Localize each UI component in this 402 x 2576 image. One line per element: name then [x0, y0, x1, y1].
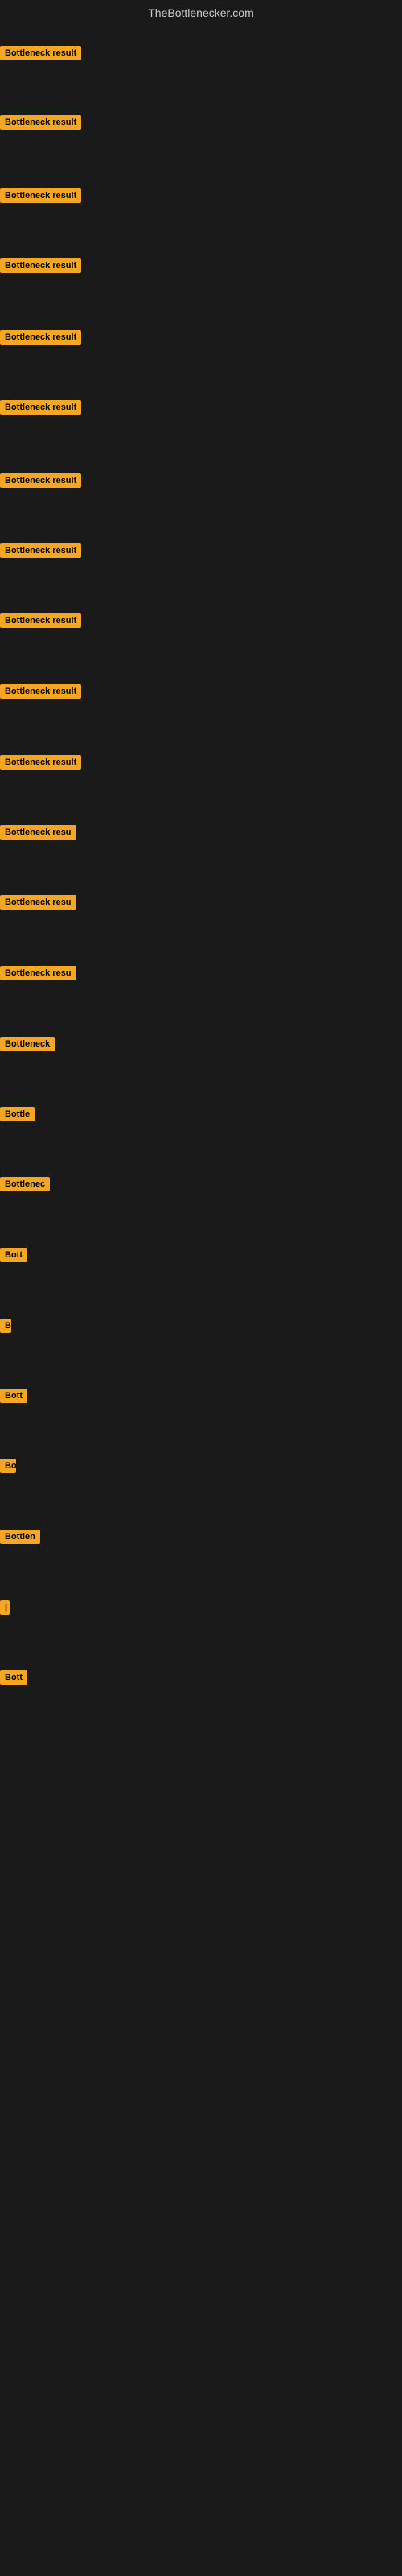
bottleneck-result-badge: Bottleneck result: [0, 188, 81, 203]
bottleneck-result-badge: Bottleneck result: [0, 115, 81, 130]
bottleneck-result-badge: Bottlenec: [0, 1177, 50, 1191]
bottleneck-result-badge: Bottleneck result: [0, 473, 81, 488]
bottleneck-result-badge: Bottleneck result: [0, 613, 81, 628]
bottleneck-result-badge: Bottleneck result: [0, 46, 81, 60]
bottleneck-badge-container: Bottleneck result: [0, 330, 81, 349]
site-title: TheBottlenecker.com: [0, 0, 402, 26]
bottleneck-badge-container: Bottleneck resu: [0, 966, 76, 985]
bottleneck-result-badge: Bottleneck result: [0, 755, 81, 770]
bottleneck-result-badge: Bottleneck resu: [0, 825, 76, 840]
bottleneck-result-badge: Bottleneck result: [0, 400, 81, 415]
bottleneck-result-badge: Bottlen: [0, 1530, 40, 1544]
bottleneck-result-badge: |: [0, 1600, 10, 1615]
bottleneck-badge-container: Bottleneck: [0, 1037, 55, 1055]
bottleneck-badge-container: Bottleneck result: [0, 400, 81, 419]
bottleneck-badge-container: Bottleneck result: [0, 613, 81, 632]
bottleneck-badge-container: Bottle: [0, 1107, 35, 1125]
bottleneck-result-badge: Bottleneck result: [0, 258, 81, 273]
bottleneck-badge-container: Bo: [0, 1459, 16, 1477]
bottleneck-badge-container: |: [0, 1600, 10, 1619]
bottleneck-result-badge: Bottle: [0, 1107, 35, 1121]
bottleneck-badge-container: Bott: [0, 1670, 27, 1689]
bottleneck-result-badge: Bott: [0, 1670, 27, 1685]
bottleneck-result-badge: Bott: [0, 1389, 27, 1403]
bottleneck-badge-container: Bottleneck result: [0, 115, 81, 134]
bottleneck-result-badge: Bottleneck resu: [0, 966, 76, 980]
bottleneck-badge-container: Bottleneck resu: [0, 825, 76, 844]
bottleneck-badge-container: Bottleneck result: [0, 258, 81, 277]
bottleneck-badge-container: Bottlen: [0, 1530, 40, 1548]
bottleneck-badge-container: Bottleneck result: [0, 755, 81, 774]
bottleneck-badge-container: Bottleneck resu: [0, 895, 76, 914]
bottleneck-badge-container: Bottleneck result: [0, 188, 81, 207]
bottleneck-result-badge: Bottleneck result: [0, 330, 81, 345]
bottleneck-result-badge: B: [0, 1319, 11, 1333]
bottleneck-badge-container: Bott: [0, 1248, 27, 1266]
bottleneck-result-badge: Bott: [0, 1248, 27, 1262]
bottleneck-badge-container: Bott: [0, 1389, 27, 1407]
bottleneck-result-badge: Bottleneck result: [0, 543, 81, 558]
bottleneck-result-badge: Bo: [0, 1459, 16, 1473]
bottleneck-result-badge: Bottleneck resu: [0, 895, 76, 910]
bottleneck-badge-container: Bottleneck result: [0, 473, 81, 492]
bottleneck-badge-container: Bottleneck result: [0, 46, 81, 64]
bottleneck-badge-container: B: [0, 1319, 11, 1337]
bottleneck-badge-container: Bottleneck result: [0, 684, 81, 703]
bottleneck-result-badge: Bottleneck result: [0, 684, 81, 699]
bottleneck-badge-container: Bottlenec: [0, 1177, 50, 1195]
bottleneck-result-badge: Bottleneck: [0, 1037, 55, 1051]
bottleneck-badge-container: Bottleneck result: [0, 543, 81, 562]
